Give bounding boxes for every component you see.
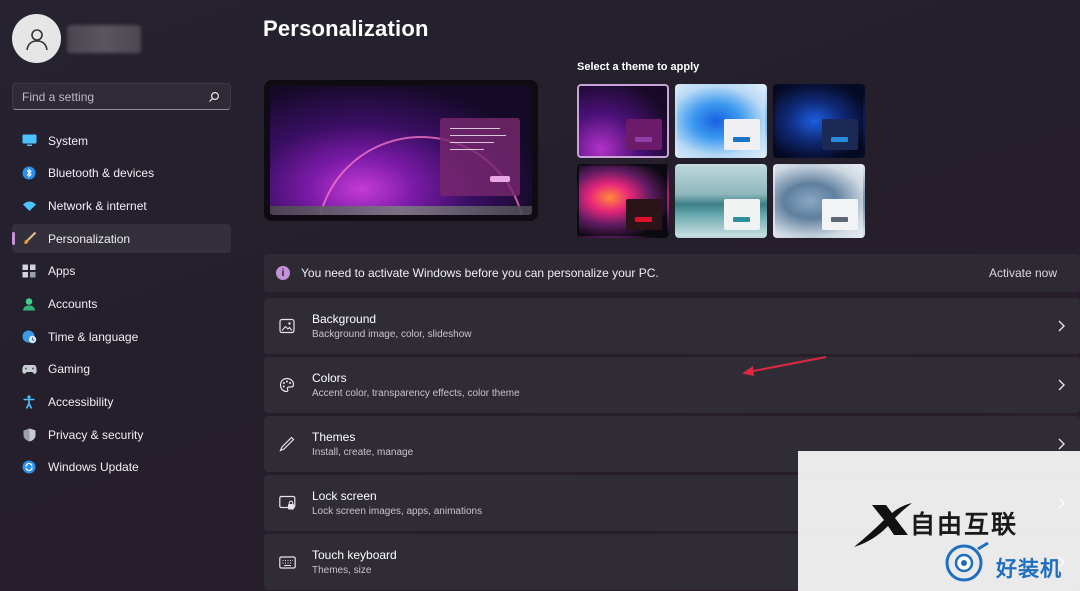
sunrise-lake-theme[interactable] bbox=[675, 164, 767, 238]
preview-line bbox=[450, 142, 494, 143]
search-icon[interactable] bbox=[207, 90, 221, 104]
card-title: Touch keyboard bbox=[312, 548, 397, 562]
person-icon bbox=[21, 296, 37, 312]
watermark-text: 好装机 bbox=[996, 558, 1062, 581]
sidebar-item-privacy-security[interactable]: Privacy & security bbox=[12, 420, 231, 449]
person-icon bbox=[25, 28, 48, 50]
windows-glow-theme[interactable] bbox=[577, 84, 669, 158]
sidebar-item-personalization[interactable]: Personalization bbox=[12, 224, 231, 254]
notice-message: You need to activate Windows before you … bbox=[301, 266, 659, 280]
sidebar-item-gaming[interactable]: Gaming bbox=[12, 355, 231, 384]
sidebar-item-label: Network & internet bbox=[48, 198, 147, 213]
monitor-icon bbox=[21, 133, 37, 149]
settings-window: System Bluetooth & devices Network & int… bbox=[0, 0, 1080, 591]
lock-screen-icon bbox=[278, 494, 296, 512]
annotation-arrow bbox=[742, 356, 827, 376]
sidebar-item-time-language[interactable]: Time & language bbox=[12, 322, 231, 351]
card-subtitle: Themes, size bbox=[312, 565, 372, 576]
sidebar-item-label: Windows Update bbox=[48, 460, 139, 475]
captured-motion-theme[interactable] bbox=[577, 164, 669, 238]
info-icon: i bbox=[276, 266, 290, 280]
card-background[interactable]: Background Background image, color, slid… bbox=[264, 298, 1080, 354]
update-icon bbox=[21, 459, 37, 475]
preview-wallpaper bbox=[270, 86, 532, 215]
theme-preview bbox=[264, 80, 538, 221]
theme-window-swatch bbox=[626, 199, 662, 230]
chevron-right-icon bbox=[1058, 320, 1065, 332]
search-input[interactable] bbox=[22, 89, 207, 104]
sidebar-item-label: System bbox=[48, 133, 89, 148]
sidebar-item-label: Accounts bbox=[48, 296, 98, 311]
theme-window-swatch bbox=[822, 199, 858, 230]
sidebar-item-label: Accessibility bbox=[48, 395, 114, 409]
preview-line bbox=[450, 149, 484, 150]
user-profile[interactable] bbox=[12, 14, 141, 63]
avatar[interactable] bbox=[12, 14, 61, 63]
card-title: Background bbox=[312, 312, 377, 326]
preview-button bbox=[490, 176, 510, 182]
sidebar-item-accessibility[interactable]: Accessibility bbox=[12, 388, 231, 417]
flow-theme[interactable] bbox=[773, 164, 865, 238]
sidebar-item-windows-update[interactable]: Windows Update bbox=[12, 453, 231, 482]
card-colors[interactable]: Colors Accent color, transparency effect… bbox=[264, 357, 1080, 413]
page-title: Personalization bbox=[263, 16, 429, 41]
apps-icon bbox=[21, 263, 37, 279]
card-title: Lock screen bbox=[312, 489, 377, 503]
watermark-robot-logo bbox=[945, 541, 989, 582]
card-subtitle: Lock screen images, apps, animations bbox=[312, 506, 483, 517]
theme-window-swatch bbox=[724, 199, 760, 230]
keyboard-icon bbox=[278, 553, 296, 571]
sidebar-item-label: Personalization bbox=[48, 231, 131, 246]
image-icon bbox=[278, 317, 296, 335]
globe-clock-icon bbox=[21, 329, 37, 345]
sidebar-item-system[interactable]: System bbox=[12, 126, 231, 155]
card-subtitle: Background image, color, slideshow bbox=[312, 329, 472, 340]
sidebar-item-label: Gaming bbox=[48, 362, 91, 377]
preview-taskbar bbox=[270, 206, 532, 215]
brush-icon bbox=[21, 231, 37, 247]
gamepad-icon bbox=[21, 361, 37, 377]
bluetooth-icon bbox=[21, 165, 37, 181]
sidebar-item-accounts[interactable]: Accounts bbox=[12, 289, 231, 318]
sidebar-item-label: Bluetooth & devices bbox=[48, 166, 155, 181]
preview-window bbox=[440, 118, 520, 196]
watermark: 自由互联 好装机 bbox=[798, 451, 1080, 591]
sidebar-item-bluetooth[interactable]: Bluetooth & devices bbox=[12, 159, 231, 188]
card-subtitle: Install, create, manage bbox=[312, 447, 414, 458]
shield-icon bbox=[21, 427, 37, 443]
activation-notice: i You need to activate Windows before yo… bbox=[264, 254, 1080, 292]
search-box[interactable] bbox=[12, 83, 231, 110]
nav-list: System Bluetooth & devices Network & int… bbox=[12, 126, 231, 486]
sidebar-item-label: Privacy & security bbox=[48, 427, 144, 442]
sidebar: System Bluetooth & devices Network & int… bbox=[0, 0, 244, 591]
wifi-icon bbox=[21, 198, 37, 214]
sidebar-item-network[interactable]: Network & internet bbox=[12, 191, 231, 220]
activate-now-button[interactable]: Activate now bbox=[989, 266, 1057, 280]
card-title: Themes bbox=[312, 430, 356, 444]
palette-icon bbox=[278, 376, 296, 394]
username-redacted bbox=[67, 24, 141, 53]
preview-line bbox=[450, 128, 500, 129]
preview-line bbox=[450, 135, 506, 136]
theme-heading: Select a theme to apply bbox=[577, 61, 700, 73]
theme-window-swatch bbox=[822, 119, 858, 150]
theme-window-swatch bbox=[626, 119, 662, 150]
theme-grid bbox=[577, 84, 867, 238]
sidebar-item-label: Time & language bbox=[48, 329, 139, 344]
accessibility-icon bbox=[21, 394, 37, 410]
chevron-right-icon bbox=[1058, 379, 1065, 391]
sidebar-item-label: Apps bbox=[48, 264, 76, 279]
chevron-right-icon bbox=[1058, 438, 1065, 450]
watermark-x-logo bbox=[854, 503, 912, 547]
pen-icon bbox=[278, 435, 296, 453]
card-title: Colors bbox=[312, 371, 347, 385]
card-subtitle: Accent color, transparency effects, colo… bbox=[312, 388, 520, 399]
watermark-text: 自由互联 bbox=[910, 511, 1019, 539]
windows-dark-theme[interactable] bbox=[773, 84, 865, 158]
theme-window-swatch bbox=[724, 119, 760, 150]
sidebar-item-apps[interactable]: Apps bbox=[12, 257, 231, 286]
windows-light-theme[interactable] bbox=[675, 84, 767, 158]
